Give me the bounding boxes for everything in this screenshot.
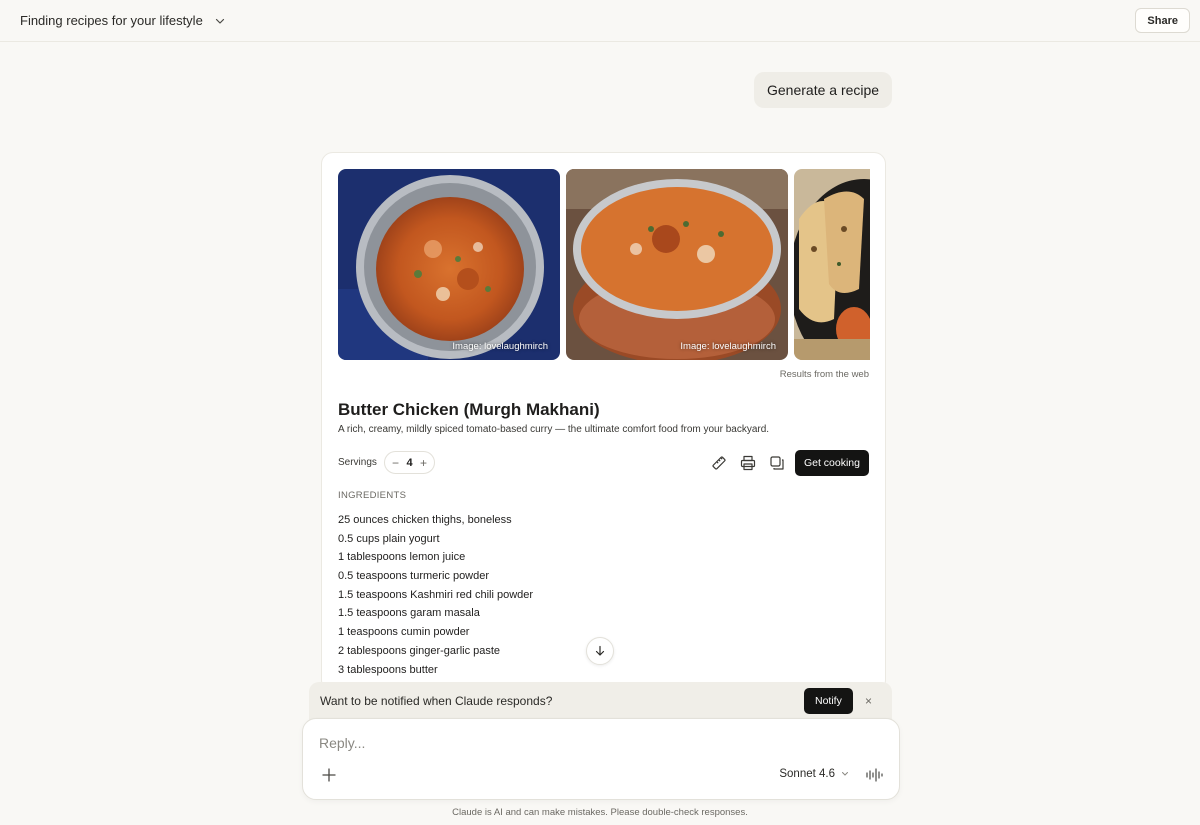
image-credit: Image: lovelaughmirch	[680, 341, 776, 352]
user-message: Generate a recipe	[754, 72, 893, 108]
recipe-photo[interactable]: Image: lovelaughmirch	[338, 169, 560, 360]
voice-waveform-icon[interactable]	[866, 768, 884, 782]
butter-chicken-bowl-image	[566, 169, 788, 360]
disclaimer: Claude is AI and can make mistakes. Plea…	[452, 807, 748, 818]
increment-button[interactable]: +	[420, 457, 427, 469]
recipe-title: Butter Chicken (Murgh Makhani)	[338, 400, 600, 419]
ingredient-item: 3 tablespoons butter	[338, 663, 438, 676]
notify-banner: Want to be notified when Claude responds…	[309, 682, 892, 720]
reply-input[interactable]	[319, 735, 859, 751]
notify-button[interactable]: Notify	[804, 688, 853, 714]
image-gallery[interactable]: Image: lovelaughmirch Image: lovelaughmi…	[338, 169, 870, 360]
chevron-down-icon	[842, 772, 848, 776]
ingredient-item: 1.5 teaspoons Kashmiri red chili powder	[338, 588, 534, 601]
chevron-down-icon	[215, 18, 224, 24]
naan-curry-image	[794, 169, 870, 360]
plus-icon[interactable]	[321, 767, 337, 783]
ingredient-item: 1.5 teaspoons garam masala	[338, 607, 480, 620]
conversation-title-menu[interactable]: Finding recipes for your lifestyle	[20, 13, 227, 28]
ingredient-item: 1 teaspoons cumin powder	[338, 626, 470, 639]
arrow-down-icon	[595, 645, 605, 656]
recipe-card: Image: lovelaughmirch Image: lovelaughmi…	[321, 152, 886, 692]
top-bar: Finding recipes for your lifestyle Share	[0, 0, 1200, 42]
reply-composer: Sonnet 4.6	[302, 718, 900, 800]
ingredient-item: 1 tablespoons lemon juice	[338, 551, 466, 564]
share-button[interactable]: Share	[1135, 8, 1190, 33]
ingredient-item: 0.5 teaspoons turmeric powder	[338, 570, 490, 583]
recipe-photo[interactable]	[794, 169, 870, 360]
model-name: Sonnet 4.6	[779, 768, 835, 780]
close-icon[interactable]: ×	[865, 694, 872, 708]
servings-label: Servings	[338, 457, 377, 468]
ingredients-header: INGREDIENTS	[338, 490, 407, 501]
ruler-icon[interactable]	[711, 455, 727, 471]
copy-icon[interactable]	[769, 455, 785, 471]
butter-chicken-photo-image	[338, 169, 560, 360]
recipe-description: A rich, creamy, mildly spiced tomato-bas…	[338, 424, 770, 435]
conversation-title: Finding recipes for your lifestyle	[20, 13, 203, 28]
decrement-button[interactable]: −	[392, 457, 399, 469]
image-credit: Image: lovelaughmirch	[452, 341, 548, 352]
servings-value: 4	[406, 456, 413, 469]
servings-stepper: − 4 +	[384, 451, 435, 474]
results-source: Results from the web	[779, 369, 869, 380]
ingredient-item: 2 tablespoons ginger-garlic paste	[338, 644, 501, 657]
get-cooking-button[interactable]: Get cooking	[794, 450, 869, 476]
scroll-to-bottom-button[interactable]	[586, 637, 614, 665]
ingredient-item: 25 ounces chicken thighs, boneless	[338, 514, 512, 526]
ingredient-item: 0.5 cups plain yogurt	[338, 532, 440, 545]
model-selector[interactable]: Sonnet 4.6	[779, 768, 849, 780]
print-icon[interactable]	[740, 455, 756, 471]
ingredients-list: 25 ounces chicken thighs, boneless 0.5 c…	[338, 511, 533, 679]
notify-message: Want to be notified when Claude responds…	[320, 694, 553, 708]
recipe-photo[interactable]: Image: lovelaughmirch	[566, 169, 788, 360]
